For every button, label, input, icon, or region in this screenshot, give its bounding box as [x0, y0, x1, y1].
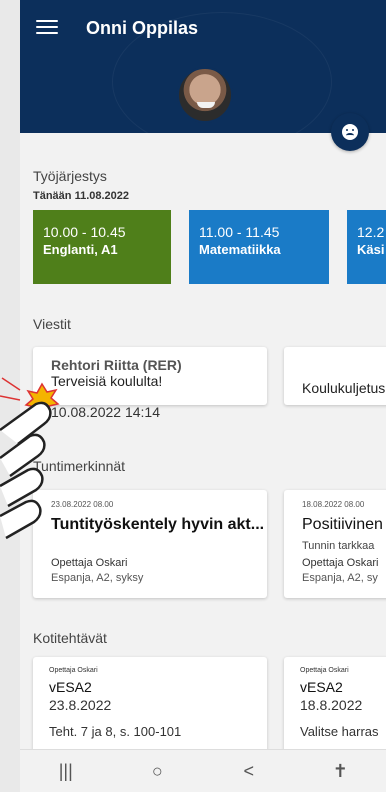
- lesson-subject: Matematiikka: [199, 242, 281, 257]
- mark-text: Tuntityöskentely hyvin akt...: [51, 516, 265, 533]
- mark-description: Tunnin tarkkaa: [302, 540, 375, 552]
- homework-date: 23.8.2022: [49, 697, 112, 713]
- mark-teacher: Opettaja Oskari: [51, 557, 128, 569]
- schedule-date: Tänään 11.08.2022: [33, 190, 130, 202]
- recents-icon[interactable]: |||: [36, 761, 96, 782]
- homework-description: Valitse harras: [300, 724, 379, 739]
- lesson-time: 10.00 - 10.45: [43, 224, 126, 240]
- message-subject: Koulukuljetus: [302, 380, 386, 396]
- message-card[interactable]: Koulukuljetus: [284, 347, 386, 405]
- mark-course: Espanja, A2, syksy: [51, 572, 144, 584]
- lesson-subject: Käsi: [357, 242, 385, 257]
- mark-date: 18.08.2022 08.00: [302, 500, 365, 509]
- homework-title: Kotitehtävät: [33, 630, 107, 646]
- homework-title-text: vESA2: [300, 679, 343, 695]
- schedule-title: Työjärjestys: [33, 168, 107, 184]
- homework-description: Teht. 7 ja 8, s. 100-101: [49, 724, 182, 739]
- lesson-time: 11.00 - 11.45: [199, 224, 280, 240]
- home-icon[interactable]: ○: [127, 761, 187, 782]
- student-name: Onni Oppilas: [86, 18, 199, 38]
- avatar[interactable]: [177, 67, 233, 123]
- homework-card[interactable]: Opettaja Oskari vESA2 18.8.2022 Valitse …: [284, 657, 386, 757]
- app-header: Onni Oppilas: [20, 0, 386, 133]
- mark-teacher: Opettaja Oskari: [302, 557, 379, 569]
- messages-title: Viestit: [33, 316, 71, 332]
- lesson-card-math[interactable]: 11.00 - 11.45 Matematiikka: [189, 210, 329, 284]
- mark-date: 23.08.2022 08.00: [51, 500, 114, 509]
- hamburger-menu-icon[interactable]: [36, 20, 58, 38]
- lesson-time: 12.2: [357, 224, 385, 240]
- message-card-footer: [33, 347, 267, 405]
- message-date: 10.08.2022 14:14: [51, 404, 160, 420]
- mark-text: Positiivinen: [302, 516, 383, 533]
- homework-teacher: Opettaja Oskari: [49, 667, 98, 674]
- back-icon[interactable]: <: [219, 761, 279, 782]
- homework-date: 18.8.2022: [300, 697, 363, 713]
- lesson-card-english[interactable]: 10.00 - 10.45 Englanti, A1: [33, 210, 171, 284]
- homework-card[interactable]: Opettaja Oskari vESA2 23.8.2022 Teht. 7 …: [33, 657, 267, 757]
- homework-teacher: Opettaja Oskari: [300, 667, 349, 674]
- feedback-button[interactable]: [331, 113, 369, 151]
- homework-title-text: vESA2: [49, 679, 92, 695]
- system-navbar: ||| ○ < ✝: [20, 749, 386, 792]
- accessibility-icon[interactable]: ✝: [310, 761, 370, 782]
- lesson-marks-title: Tuntimerkinnät: [33, 458, 126, 474]
- lesson-card-crafts[interactable]: 12.2 Käsi: [347, 210, 386, 284]
- lesson-mark-card[interactable]: 23.08.2022 08.00 Tuntityöskentely hyvin …: [33, 490, 267, 598]
- smiley-face-icon: [342, 124, 358, 140]
- app-screen: Onni Oppilas Työjärjestys Tänään 11.08.2…: [20, 0, 386, 792]
- mark-course: Espanja, A2, sy: [302, 572, 378, 584]
- lesson-mark-card[interactable]: 18.08.2022 08.00 Positiivinen Tunnin tar…: [284, 490, 386, 598]
- lesson-subject: Englanti, A1: [43, 242, 118, 257]
